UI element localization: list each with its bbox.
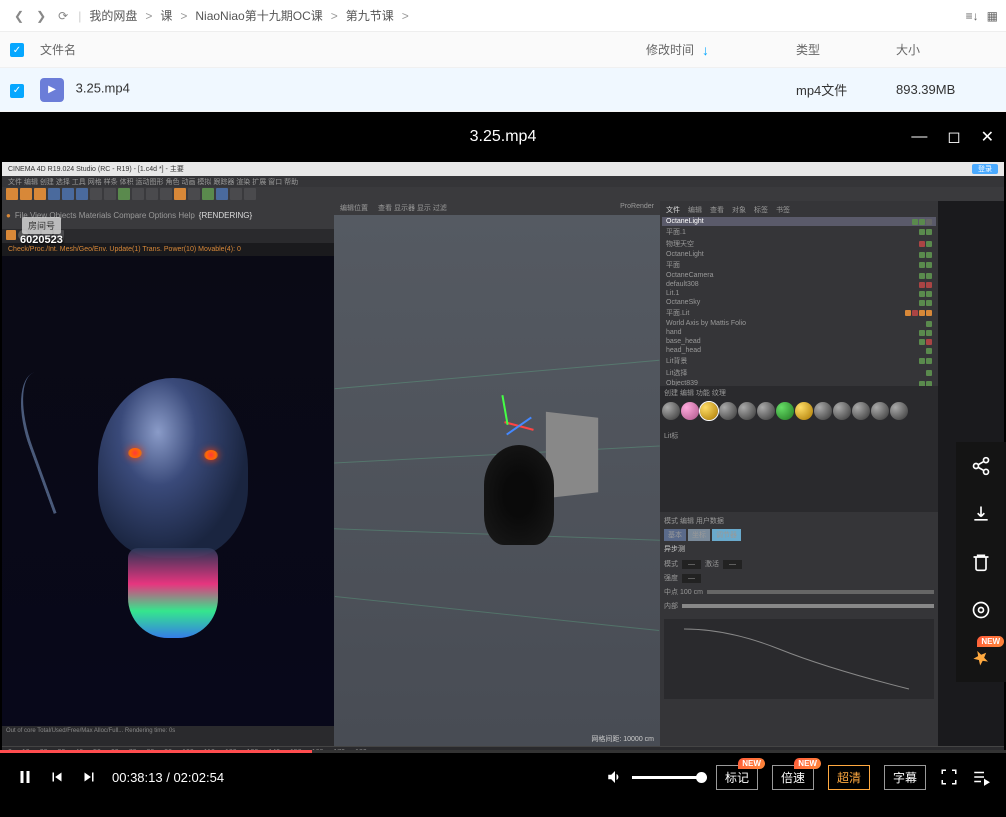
view-options: ≡↓ ▦ [966, 9, 998, 23]
col-time-label: 修改时间 [646, 41, 694, 58]
object-manager: 文件编辑查看对象标签书签 OctaneLight 平面.1 物理天空 Octan… [660, 201, 938, 386]
file-name: 3.25.mp4 [76, 80, 130, 95]
fullscreen-icon[interactable] [940, 768, 958, 786]
head-model [484, 445, 554, 545]
settings-icon[interactable] [956, 586, 1006, 634]
transform-gizmo [474, 395, 534, 455]
breadcrumb: 我的网盘 > 课 > NiaoNiao第十九期OC课 > 第九节课 > [85, 5, 965, 26]
video-controls: 00:38:13 / 02:02:54 NEW 标记 NEW 倍速 超清 字幕 [0, 750, 1006, 804]
quality-button[interactable]: 超清 [828, 765, 870, 790]
time-display: 00:38:13 / 02:02:54 [112, 770, 224, 785]
c4d-menubar: 文件 编辑 创建 选择 工具 网格 样条 体积 运动图形 角色 动画 模拟 跟踪… [2, 176, 1004, 187]
subtitle-button[interactable]: 字幕 [884, 765, 926, 790]
material-label: Lit标 [660, 430, 938, 442]
pause-button[interactable] [16, 768, 34, 786]
table-row[interactable]: ✓ ▶ 3.25.mp4 mp4文件 893.39MB [0, 68, 1006, 112]
watermark: 房间号 [22, 217, 61, 234]
viewport-mode: ProRender [620, 203, 654, 213]
progress-fill [0, 750, 312, 753]
row-check: ✓ [10, 81, 40, 98]
top-nav: ❮ ❯ ⟳ | 我的网盘 > 课 > NiaoNiao第十九期OC课 > 第九节… [0, 0, 1006, 32]
breadcrumb-item[interactable]: 第九节课 [342, 5, 398, 26]
separator: | [78, 9, 81, 23]
c4d-right-panel: 文件编辑查看对象标签书签 OctaneLight 平面.1 物理天空 Octan… [660, 201, 938, 746]
c4d-main: ● File View Objects Materials Compare Op… [2, 201, 1004, 746]
close-icon[interactable]: ✕ [981, 127, 994, 147]
attr-section: 异步测 [664, 544, 934, 554]
sort-desc-icon: ↓ [702, 42, 709, 58]
maximize-icon[interactable]: ◻ [947, 127, 960, 147]
c4d-titlebar: CINEMA 4D R19.024 Studio (RC - R19) - [1… [2, 162, 1004, 176]
nav-forward-icon[interactable]: ❯ [30, 5, 52, 27]
material-selected [700, 402, 718, 420]
row-type: mp4文件 [796, 80, 896, 99]
c4d-title: CINEMA 4D R19.024 Studio (RC - R19) - [1… [8, 164, 184, 174]
prev-button[interactable] [48, 768, 66, 786]
attr-header: 模式 编辑 用户数据 [664, 516, 934, 526]
viewport-3d: 网格间距: 10000 cm [334, 215, 660, 746]
col-name-header[interactable]: 文件名 [40, 41, 646, 58]
breadcrumb-item[interactable]: 我的网盘 [85, 5, 141, 26]
next-button[interactable] [80, 768, 98, 786]
attr-graph [664, 619, 934, 699]
progress-bar[interactable] [0, 750, 1006, 753]
pin-icon[interactable]: NEW [956, 634, 1006, 682]
chevron-right-icon: > [145, 9, 152, 23]
c4d-toolbar [2, 187, 1004, 201]
c4d-login: 登录 [972, 164, 998, 174]
watermark-number: 6020523 [20, 234, 63, 246]
breadcrumb-item[interactable]: NiaoNiao第十九期OC课 [191, 5, 326, 26]
c4d-render-panel: ● File View Objects Materials Compare Op… [2, 201, 334, 746]
chevron-right-icon: > [331, 9, 338, 23]
video-title: 3.25.mp4 [470, 128, 537, 146]
row-checkbox[interactable]: ✓ [10, 84, 24, 98]
video-file-icon: ▶ [40, 78, 64, 102]
sort-icon[interactable]: ≡↓ [966, 9, 979, 23]
render-view [2, 256, 334, 726]
render-tag: {RENDERING} [199, 211, 252, 220]
col-type-header[interactable]: 类型 [796, 41, 896, 58]
viewport-status: 网格间距: 10000 cm [591, 734, 654, 744]
col-size-header[interactable]: 大小 [896, 41, 996, 58]
video-player: 3.25.mp4 — ◻ ✕ CINEMA 4D R19.024 Studio … [0, 112, 1006, 817]
row-size: 893.39MB [896, 82, 996, 97]
select-all-checkbox[interactable]: ✓ [10, 43, 24, 57]
table-header: ✓ 文件名 修改时间 ↓ 类型 大小 [0, 32, 1006, 68]
c4d-viewport: 编辑位置查看 显示器 显示 过滤 ProRender 网格间距: 10000 c… [334, 201, 660, 746]
attribute-manager: 模式 编辑 用户数据 基本坐标调节器 异步测 模式—激活— 强度— 中点 100… [660, 512, 938, 746]
new-badge: NEW [977, 636, 1004, 647]
breadcrumb-item[interactable]: 课 [156, 5, 176, 26]
grid-view-icon[interactable]: ▦ [987, 9, 998, 23]
video-content[interactable]: CINEMA 4D R19.024 Studio (RC - R19) - [1… [2, 162, 1004, 750]
duration: 02:02:54 [173, 770, 224, 785]
current-time: 00:38:13 [112, 770, 163, 785]
robot-render [38, 338, 298, 678]
video-titlebar: 3.25.mp4 — ◻ ✕ [0, 112, 1006, 162]
chevron-right-icon: > [180, 9, 187, 23]
share-icon[interactable] [956, 442, 1006, 490]
download-icon[interactable] [956, 490, 1006, 538]
window-controls: — ◻ ✕ [911, 127, 994, 147]
nav-back-icon[interactable]: ❮ [8, 5, 30, 27]
delete-icon[interactable] [956, 538, 1006, 586]
playlist-icon[interactable] [972, 768, 990, 786]
nav-refresh-icon[interactable]: ⟳ [52, 5, 74, 27]
speed-button[interactable]: NEW 倍速 [772, 765, 814, 790]
material-manager [660, 400, 938, 430]
volume-slider[interactable] [632, 776, 702, 779]
minimize-icon[interactable]: — [911, 127, 927, 147]
new-badge: NEW [738, 758, 765, 769]
mark-button[interactable]: NEW 标记 [716, 765, 758, 790]
volume-icon[interactable] [606, 768, 624, 786]
row-name: ▶ 3.25.mp4 [40, 78, 646, 102]
col-check: ✓ [10, 42, 40, 58]
volume-control [606, 768, 702, 786]
side-tools: NEW [956, 442, 1006, 682]
chevron-right-icon: > [402, 9, 409, 23]
obj-item: OctaneLight [662, 217, 936, 226]
viewport-header: 编辑位置查看 显示器 显示 过滤 ProRender [334, 201, 660, 215]
new-badge: NEW [794, 758, 821, 769]
col-time-header[interactable]: 修改时间 ↓ [646, 41, 796, 58]
